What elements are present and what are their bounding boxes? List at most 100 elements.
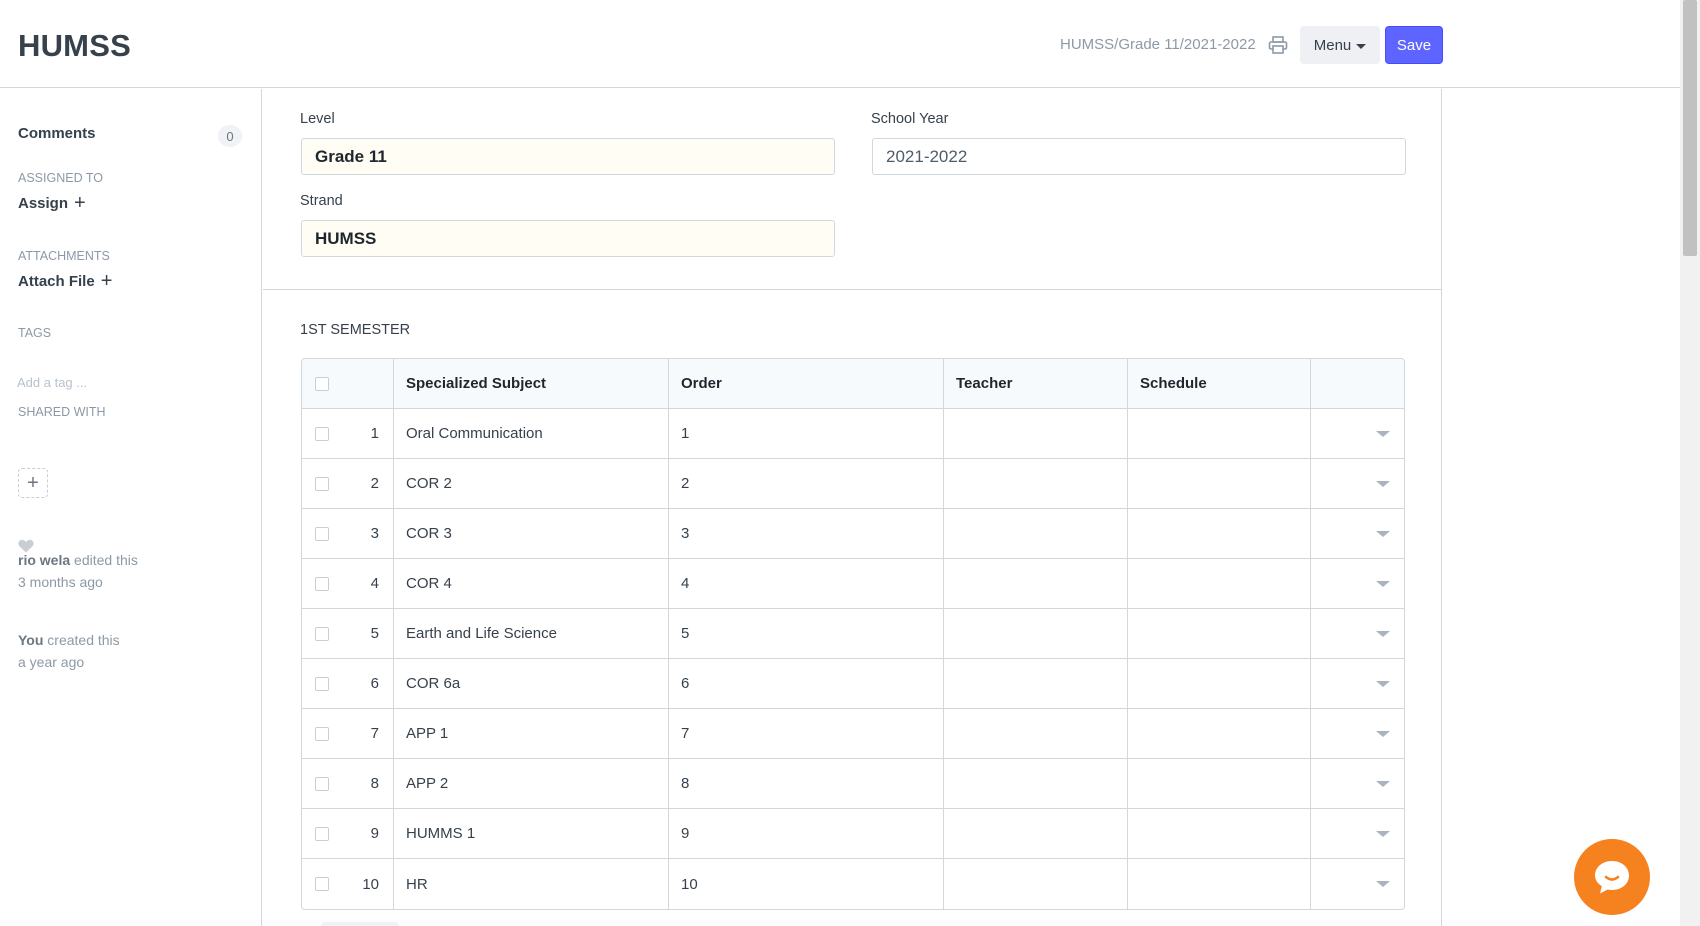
row-checkbox[interactable] [315, 676, 329, 691]
teacher-cell[interactable] [944, 609, 1128, 658]
row-menu-button[interactable] [1311, 659, 1404, 708]
row-select-cell: 5 [302, 609, 394, 658]
row-checkbox[interactable] [315, 426, 329, 441]
row-menu-button[interactable] [1311, 509, 1404, 558]
row-checkbox[interactable] [315, 526, 329, 541]
assign-button[interactable]: Assign + [18, 193, 86, 213]
schedule-cell[interactable] [1128, 509, 1311, 558]
caret-down-icon [1376, 730, 1390, 737]
column-header-schedule: Schedule [1128, 359, 1311, 408]
row-menu-button[interactable] [1311, 409, 1404, 458]
table-row[interactable]: 10 HR 10 [302, 859, 1404, 909]
column-header-actions [1311, 359, 1404, 408]
order-cell[interactable]: 2 [669, 459, 944, 508]
subject-cell[interactable]: COR 4 [394, 559, 669, 608]
table-row[interactable]: 2 COR 22 [302, 459, 1404, 509]
select-all-checkbox[interactable] [315, 376, 329, 391]
teacher-cell[interactable] [944, 709, 1128, 758]
schedule-cell[interactable] [1128, 759, 1311, 808]
scrollbar-thumb[interactable] [1683, 0, 1697, 256]
schedule-cell[interactable] [1128, 459, 1311, 508]
row-checkbox[interactable] [315, 726, 329, 741]
schedule-cell[interactable] [1128, 809, 1311, 858]
add-row-button[interactable] [321, 922, 399, 926]
subject-cell[interactable]: HUMMS 1 [394, 809, 669, 858]
table-row[interactable]: 7 APP 17 [302, 709, 1404, 759]
subject-cell[interactable]: HR [394, 859, 669, 909]
row-select-cell: 10 [302, 859, 394, 909]
subject-cell[interactable]: APP 1 [394, 709, 669, 758]
comments-count-badge: 0 [218, 125, 242, 147]
row-menu-button[interactable] [1311, 559, 1404, 608]
table-row[interactable]: 5 Earth and Life Science 5 [302, 609, 1404, 659]
printer-icon[interactable] [1268, 36, 1288, 56]
chat-bubble-button[interactable] [1574, 839, 1650, 915]
table-row[interactable]: 4 COR 44 [302, 559, 1404, 609]
teacher-cell[interactable] [944, 459, 1128, 508]
row-menu-button[interactable] [1311, 459, 1404, 508]
subject-cell[interactable]: COR 2 [394, 459, 669, 508]
row-menu-button[interactable] [1311, 859, 1404, 909]
activity-user[interactable]: rio wela [18, 552, 70, 568]
teacher-cell[interactable] [944, 659, 1128, 708]
schedule-cell[interactable] [1128, 409, 1311, 458]
row-menu-button[interactable] [1311, 709, 1404, 758]
order-cell[interactable]: 5 [669, 609, 944, 658]
teacher-cell[interactable] [944, 809, 1128, 858]
subject-cell[interactable]: COR 3 [394, 509, 669, 558]
row-checkbox[interactable] [315, 476, 329, 491]
order-cell[interactable]: 1 [669, 409, 944, 458]
row-index: 6 [370, 675, 379, 692]
row-checkbox[interactable] [315, 826, 329, 841]
row-checkbox[interactable] [315, 576, 329, 591]
table-row[interactable]: 6 COR 6a 6 [302, 659, 1404, 709]
form-sidebar: Comments 0 ASSIGNED TO Assign + ATTACHME… [0, 89, 262, 926]
table-row[interactable]: 3 COR 33 [302, 509, 1404, 559]
order-cell[interactable]: 10 [669, 859, 944, 909]
save-button[interactable]: Save [1385, 26, 1443, 64]
order-cell[interactable]: 8 [669, 759, 944, 808]
schedule-cell[interactable] [1128, 659, 1311, 708]
row-select-cell: 9 [302, 809, 394, 858]
page-scrollbar[interactable] [1680, 0, 1700, 926]
table-row[interactable]: 1 Oral Communication 1 [302, 409, 1404, 459]
subject-cell[interactable]: APP 2 [394, 759, 669, 808]
comments-link[interactable]: Comments [18, 125, 96, 142]
teacher-cell[interactable] [944, 759, 1128, 808]
order-cell[interactable]: 9 [669, 809, 944, 858]
order-cell[interactable]: 6 [669, 659, 944, 708]
teacher-cell[interactable] [944, 509, 1128, 558]
table-row[interactable]: 8 APP 28 [302, 759, 1404, 809]
schedule-cell[interactable] [1128, 609, 1311, 658]
teacher-cell[interactable] [944, 859, 1128, 909]
caret-down-icon [1376, 881, 1390, 887]
add-share-button[interactable]: + [18, 468, 48, 498]
attach-file-button[interactable]: Attach File + [18, 271, 112, 291]
table-row[interactable]: 9 HUMMS 19 [302, 809, 1404, 859]
activity-item: rio wela edited this 3 months ago [18, 549, 138, 593]
subject-cell[interactable]: COR 6a [394, 659, 669, 708]
teacher-cell[interactable] [944, 559, 1128, 608]
level-label: Level [300, 111, 335, 127]
schedule-cell[interactable] [1128, 709, 1311, 758]
row-checkbox[interactable] [315, 877, 329, 891]
schedule-cell[interactable] [1128, 859, 1311, 909]
schedule-cell[interactable] [1128, 559, 1311, 608]
attach-file-label: Attach File [18, 272, 95, 290]
subject-cell[interactable]: Oral Communication [394, 409, 669, 458]
order-cell[interactable]: 3 [669, 509, 944, 558]
school-year-field[interactable]: 2021-2022 [872, 138, 1406, 175]
add-tag-input[interactable]: Add a tag ... [17, 375, 87, 390]
level-field[interactable]: Grade 11 [301, 138, 835, 175]
row-menu-button[interactable] [1311, 609, 1404, 658]
teacher-cell[interactable] [944, 409, 1128, 458]
row-checkbox[interactable] [315, 626, 329, 641]
row-menu-button[interactable] [1311, 759, 1404, 808]
strand-field[interactable]: HUMSS [301, 220, 835, 257]
menu-button[interactable]: Menu [1300, 26, 1380, 64]
row-checkbox[interactable] [315, 776, 329, 791]
order-cell[interactable]: 7 [669, 709, 944, 758]
subject-cell[interactable]: Earth and Life Science [394, 609, 669, 658]
order-cell[interactable]: 4 [669, 559, 944, 608]
row-menu-button[interactable] [1311, 809, 1404, 858]
